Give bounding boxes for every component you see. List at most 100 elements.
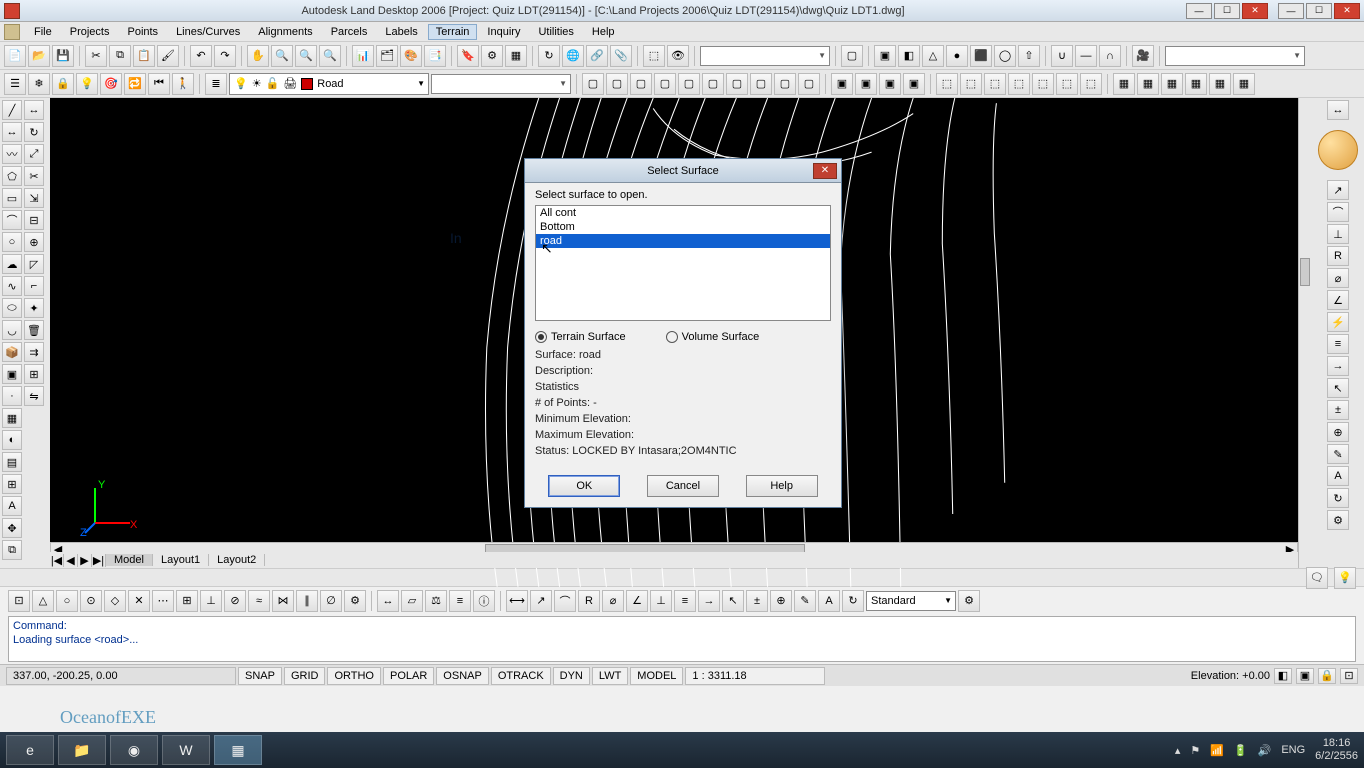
copy-button[interactable]: ⧉ xyxy=(109,45,131,67)
dim2-radius[interactable]: R xyxy=(578,590,600,612)
chamfer-button[interactable]: ◸ xyxy=(24,254,44,274)
tray-clock[interactable]: 18:16 6/2/2556 xyxy=(1315,737,1358,763)
terrain-btn-3[interactable]: ▢ xyxy=(630,73,652,95)
menu-lines-curves[interactable]: Lines/Curves xyxy=(168,24,248,40)
osnap-none[interactable]: ∅ xyxy=(320,590,342,612)
dim-radius-button[interactable]: R xyxy=(1327,246,1349,266)
view-btn-3[interactable]: ⬚ xyxy=(984,73,1006,95)
save-button[interactable]: 💾 xyxy=(52,45,74,67)
dim2-leader[interactable]: ↖ xyxy=(722,590,744,612)
rectangle-button[interactable]: ▭ xyxy=(2,188,22,208)
tray-lang[interactable]: ENG xyxy=(1281,744,1305,756)
refedit-btn-1[interactable]: ▦ xyxy=(1113,73,1135,95)
tray-flag-icon[interactable]: ⚑ xyxy=(1190,744,1200,757)
tab-nav-last[interactable]: ▶| xyxy=(92,554,106,567)
dim2-diameter[interactable]: ⌀ xyxy=(602,590,624,612)
osnap-quadrant[interactable]: ◇ xyxy=(104,590,126,612)
tray-network-icon[interactable]: 📶 xyxy=(1210,744,1224,757)
osnap-settings[interactable]: ⚙ xyxy=(344,590,366,612)
solid-union-button[interactable]: ∪ xyxy=(1051,45,1073,67)
inq-dist-button[interactable]: ↔ xyxy=(377,590,399,612)
dim-edit-button[interactable]: ✎ xyxy=(1327,444,1349,464)
link-button[interactable]: 🔗 xyxy=(586,45,608,67)
solids-btn-2[interactable]: ▣ xyxy=(855,73,877,95)
offset-button[interactable]: ⇉ xyxy=(24,342,44,362)
terrain-btn-9[interactable]: ▢ xyxy=(774,73,796,95)
help-button[interactable]: Help xyxy=(746,475,818,497)
dim2-linear[interactable]: ⟷ xyxy=(506,590,528,612)
osnap-intersection[interactable]: ✕ xyxy=(128,590,150,612)
dim-arc-button[interactable]: ⌒ xyxy=(1327,202,1349,222)
status-osnap[interactable]: OSNAP xyxy=(436,667,489,685)
view-btn-1[interactable]: ⬚ xyxy=(936,73,958,95)
dim-linear-button[interactable]: ↔ xyxy=(1327,100,1349,120)
terrain-btn-4[interactable]: ▢ xyxy=(654,73,676,95)
status-dyn[interactable]: DYN xyxy=(553,667,590,685)
dim-baseline-button[interactable]: ≡ xyxy=(1327,334,1349,354)
status-lwt[interactable]: LWT xyxy=(592,667,628,685)
dim2-tolerance[interactable]: ± xyxy=(746,590,768,612)
tray-volume-icon[interactable]: 🔊 xyxy=(1258,744,1272,757)
status-ortho[interactable]: ORTHO xyxy=(327,667,381,685)
status-lock[interactable]: 🔒 xyxy=(1318,668,1336,684)
dim-ordinate-button[interactable]: ⊥ xyxy=(1327,224,1349,244)
menu-projects[interactable]: Projects xyxy=(62,24,118,40)
cancel-button[interactable]: Cancel xyxy=(647,475,719,497)
inq-list-button[interactable]: ≡ xyxy=(449,590,471,612)
dim-diameter-button[interactable]: ⌀ xyxy=(1327,268,1349,288)
dim2-update[interactable]: ↻ xyxy=(842,590,864,612)
view-btn-7[interactable]: ⬚ xyxy=(1080,73,1102,95)
open-button[interactable]: 📂 xyxy=(28,45,50,67)
menu-alignments[interactable]: Alignments xyxy=(250,24,320,40)
menu-parcels[interactable]: Parcels xyxy=(323,24,376,40)
maximize-button[interactable]: ☐ xyxy=(1214,3,1240,19)
gradient-button[interactable]: ◐ xyxy=(2,430,22,450)
status-annotation[interactable]: ▣ xyxy=(1296,668,1314,684)
status-otrack[interactable]: OTRACK xyxy=(491,667,551,685)
match-button[interactable]: 🖌 xyxy=(157,45,179,67)
menu-labels[interactable]: Labels xyxy=(377,24,425,40)
taskbar-landdesktop[interactable]: ▦ xyxy=(214,735,262,765)
ucs-button[interactable]: ⬚ xyxy=(643,45,665,67)
layer-freeze-button[interactable]: ❄ xyxy=(28,73,50,95)
scale-button[interactable]: ⤢ xyxy=(24,144,44,164)
refedit-btn-6[interactable]: ▦ xyxy=(1233,73,1255,95)
list-item-bottom[interactable]: Bottom xyxy=(536,220,830,234)
osnap-endpoint[interactable]: ⊡ xyxy=(8,590,30,612)
cut-button[interactable]: ✂ xyxy=(85,45,107,67)
layer-match-button[interactable]: 🔁 xyxy=(124,73,146,95)
status-model[interactable]: MODEL xyxy=(630,667,683,685)
terrain-btn-6[interactable]: ▢ xyxy=(702,73,724,95)
tray-battery-icon[interactable]: 🔋 xyxy=(1234,744,1248,757)
solid-intersect-button[interactable]: ∩ xyxy=(1099,45,1121,67)
status-clean[interactable]: ⊡ xyxy=(1340,668,1358,684)
table-button[interactable]: ⊞ xyxy=(2,474,22,494)
dim-continue-button[interactable]: → xyxy=(1327,356,1349,376)
3d-cylinder-button[interactable]: ⬛ xyxy=(970,45,992,67)
child-close-button[interactable]: ✕ xyxy=(1334,3,1360,19)
explode-button[interactable]: ✦ xyxy=(24,298,44,318)
dim2-continue[interactable]: → xyxy=(698,590,720,612)
taskbar-explorer[interactable]: 📁 xyxy=(58,735,106,765)
menu-utilities[interactable]: Utilities xyxy=(530,24,581,40)
dim2-angular[interactable]: ∠ xyxy=(626,590,648,612)
menu-inquiry[interactable]: Inquiry xyxy=(479,24,528,40)
layer-off-button[interactable]: 💡 xyxy=(76,73,98,95)
tab-nav-next[interactable]: ▶ xyxy=(78,554,92,567)
revcloud-button[interactable]: ☁ xyxy=(2,254,22,274)
redo-button[interactable]: ↷ xyxy=(214,45,236,67)
trim-button[interactable]: ✂ xyxy=(24,166,44,186)
dim2-center[interactable]: ⊕ xyxy=(770,590,792,612)
solids-btn-4[interactable]: ▣ xyxy=(903,73,925,95)
new-button[interactable]: 📄 xyxy=(4,45,26,67)
circle-button[interactable]: ○ xyxy=(2,232,22,252)
dimstyle-combo[interactable]: Standard xyxy=(866,591,956,611)
minimize-button[interactable]: — xyxy=(1186,3,1212,19)
tool-palettes-button[interactable]: 🎨 xyxy=(400,45,422,67)
dim2-baseline[interactable]: ≡ xyxy=(674,590,696,612)
globe-button[interactable]: 🌐 xyxy=(562,45,584,67)
lightbulb-button[interactable]: 💡 xyxy=(1334,567,1356,589)
inq-mass-button[interactable]: ⚖ xyxy=(425,590,447,612)
fillet-button[interactable]: ⌐ xyxy=(24,276,44,296)
hatch-button[interactable]: ▦ xyxy=(2,408,22,428)
